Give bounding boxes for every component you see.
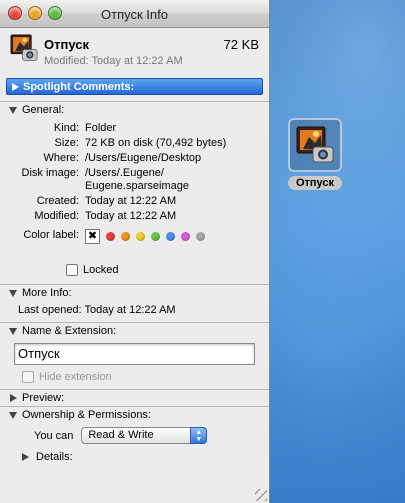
no-color-label-button[interactable]: ✖ bbox=[85, 229, 100, 244]
locked-row: Locked bbox=[0, 264, 269, 276]
disclosure-triangle-icon bbox=[9, 412, 17, 419]
permission-popup[interactable]: Read & Write ▲ ▼ bbox=[81, 427, 208, 444]
color-label-purple[interactable] bbox=[181, 232, 190, 241]
disclosure-triangle-icon bbox=[10, 394, 17, 402]
color-label-key: Color label: bbox=[23, 229, 79, 241]
color-label-yellow[interactable] bbox=[136, 232, 145, 241]
section-more-info[interactable]: More Info: bbox=[0, 284, 269, 301]
info-header: Отпуск 72 KB Modified: Today at 12:22 AM bbox=[0, 28, 269, 76]
modified-value: Today at 12:22 AM bbox=[85, 210, 177, 222]
permission-value: Read & Write bbox=[88, 429, 154, 441]
section-label: General: bbox=[22, 104, 65, 116]
section-preview[interactable]: Preview: bbox=[0, 389, 269, 406]
hide-extension-row: Hide extension bbox=[0, 371, 269, 383]
color-label-green[interactable] bbox=[151, 232, 160, 241]
last-opened-text: Last opened: Today at 12:22 AM bbox=[18, 304, 176, 316]
section-label: Preview: bbox=[22, 392, 65, 404]
disclosure-triangle-icon bbox=[9, 290, 17, 297]
section-label: Name & Extension: bbox=[22, 325, 117, 337]
color-label-red[interactable] bbox=[106, 232, 115, 241]
info-window: Отпуск Info Отпуск 72 KB Modified: Today… bbox=[0, 0, 270, 503]
section-general[interactable]: General: bbox=[0, 101, 269, 118]
modified-date: Modified: Today at 12:22 AM bbox=[44, 55, 183, 67]
name-input[interactable]: Отпуск bbox=[14, 343, 255, 365]
disclosure-triangle-icon bbox=[9, 107, 17, 114]
created-key: Created: bbox=[36, 195, 79, 207]
locked-label: Locked bbox=[83, 264, 119, 276]
section-label: Details: bbox=[36, 451, 73, 463]
section-details[interactable]: Details: bbox=[0, 449, 269, 466]
hide-extension-checkbox[interactable] bbox=[22, 371, 34, 383]
color-label-gray[interactable] bbox=[196, 232, 205, 241]
size-value: 72 KB on disk (70,492 bytes) bbox=[85, 137, 227, 149]
color-label-picker: ✖ bbox=[85, 225, 269, 244]
iphoto-folder-icon bbox=[8, 32, 40, 67]
permissions-row: You can Read & Write ▲ ▼ bbox=[0, 423, 269, 449]
disk-image-key: Disk image: bbox=[21, 167, 79, 179]
disk-image-value: /Users/.Eugene/ Eugene.sparseimage bbox=[85, 167, 189, 192]
where-value: /Users/Eugene/Desktop bbox=[85, 152, 202, 164]
section-ownership-permissions[interactable]: Ownership & Permissions: bbox=[0, 406, 269, 423]
modified-key: Modified: bbox=[34, 210, 79, 222]
created-value: Today at 12:22 AM bbox=[85, 195, 177, 207]
you-can-label: You can bbox=[34, 429, 74, 442]
item-name: Отпуск bbox=[44, 37, 89, 52]
title-bar[interactable]: Отпуск Info bbox=[0, 0, 269, 28]
iphoto-folder-icon bbox=[288, 118, 342, 172]
section-label: More Info: bbox=[22, 287, 72, 299]
item-size: 72 KB bbox=[223, 37, 259, 52]
where-key: Where: bbox=[43, 152, 79, 164]
popup-arrows-icon: ▲ ▼ bbox=[190, 427, 208, 444]
section-name-extension[interactable]: Name & Extension: bbox=[0, 322, 269, 339]
disclosure-triangle-icon bbox=[22, 453, 29, 461]
section-spotlight-comments[interactable]: Spotlight Comments: bbox=[6, 78, 263, 95]
disclosure-triangle-icon bbox=[9, 328, 17, 335]
desktop-folder-icon[interactable]: Отпуск bbox=[283, 118, 347, 190]
disclosure-triangle-icon bbox=[12, 83, 19, 91]
locked-checkbox[interactable] bbox=[66, 264, 78, 276]
size-key: Size: bbox=[54, 137, 79, 149]
general-info-grid: Kind: Folder Size: 72 KB on disk (70,492… bbox=[0, 118, 269, 250]
hide-extension-label: Hide extension bbox=[39, 371, 112, 383]
color-label-orange[interactable] bbox=[121, 232, 130, 241]
color-label-blue[interactable] bbox=[166, 232, 175, 241]
kind-key: Kind: bbox=[53, 122, 79, 134]
desktop-icon-label[interactable]: Отпуск bbox=[287, 176, 343, 190]
resize-grip[interactable] bbox=[255, 489, 267, 501]
window-title: Отпуск Info bbox=[101, 7, 168, 22]
section-label: Spotlight Comments: bbox=[23, 81, 135, 93]
kind-value: Folder bbox=[85, 122, 117, 134]
section-label: Ownership & Permissions: bbox=[22, 409, 151, 421]
